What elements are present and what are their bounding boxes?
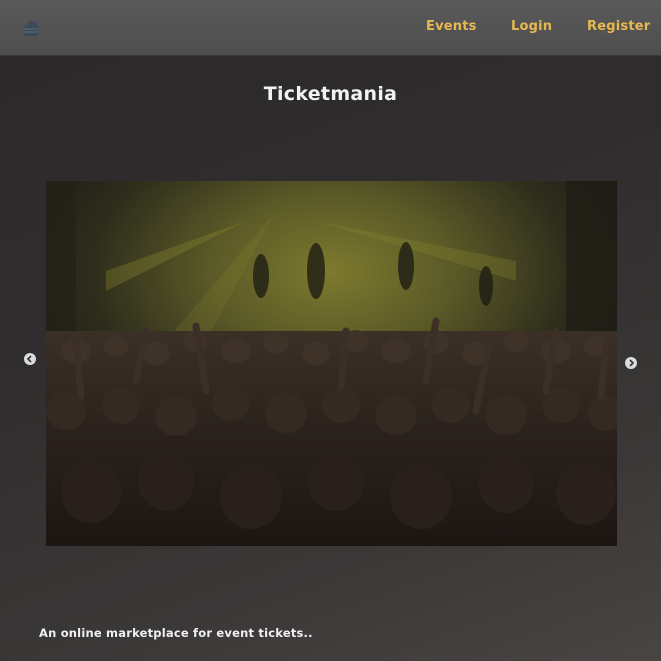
page-title: Ticketmania xyxy=(263,83,398,105)
concert-crowd-photo xyxy=(46,181,617,546)
nav-link-login[interactable]: Login xyxy=(511,19,552,34)
navbar: Events Login Register xyxy=(0,0,661,56)
carousel-prev-button[interactable] xyxy=(24,353,36,365)
nav-link-register[interactable]: Register xyxy=(587,19,650,34)
carousel-slide-image xyxy=(46,181,617,546)
chevron-right-icon xyxy=(629,359,635,367)
chevron-left-icon xyxy=(26,355,32,363)
nav-link-events[interactable]: Events xyxy=(426,19,477,34)
carousel-next-button[interactable] xyxy=(625,357,637,369)
tagline: An online marketplace for event tickets.… xyxy=(39,626,313,640)
home-icon[interactable] xyxy=(20,18,42,38)
